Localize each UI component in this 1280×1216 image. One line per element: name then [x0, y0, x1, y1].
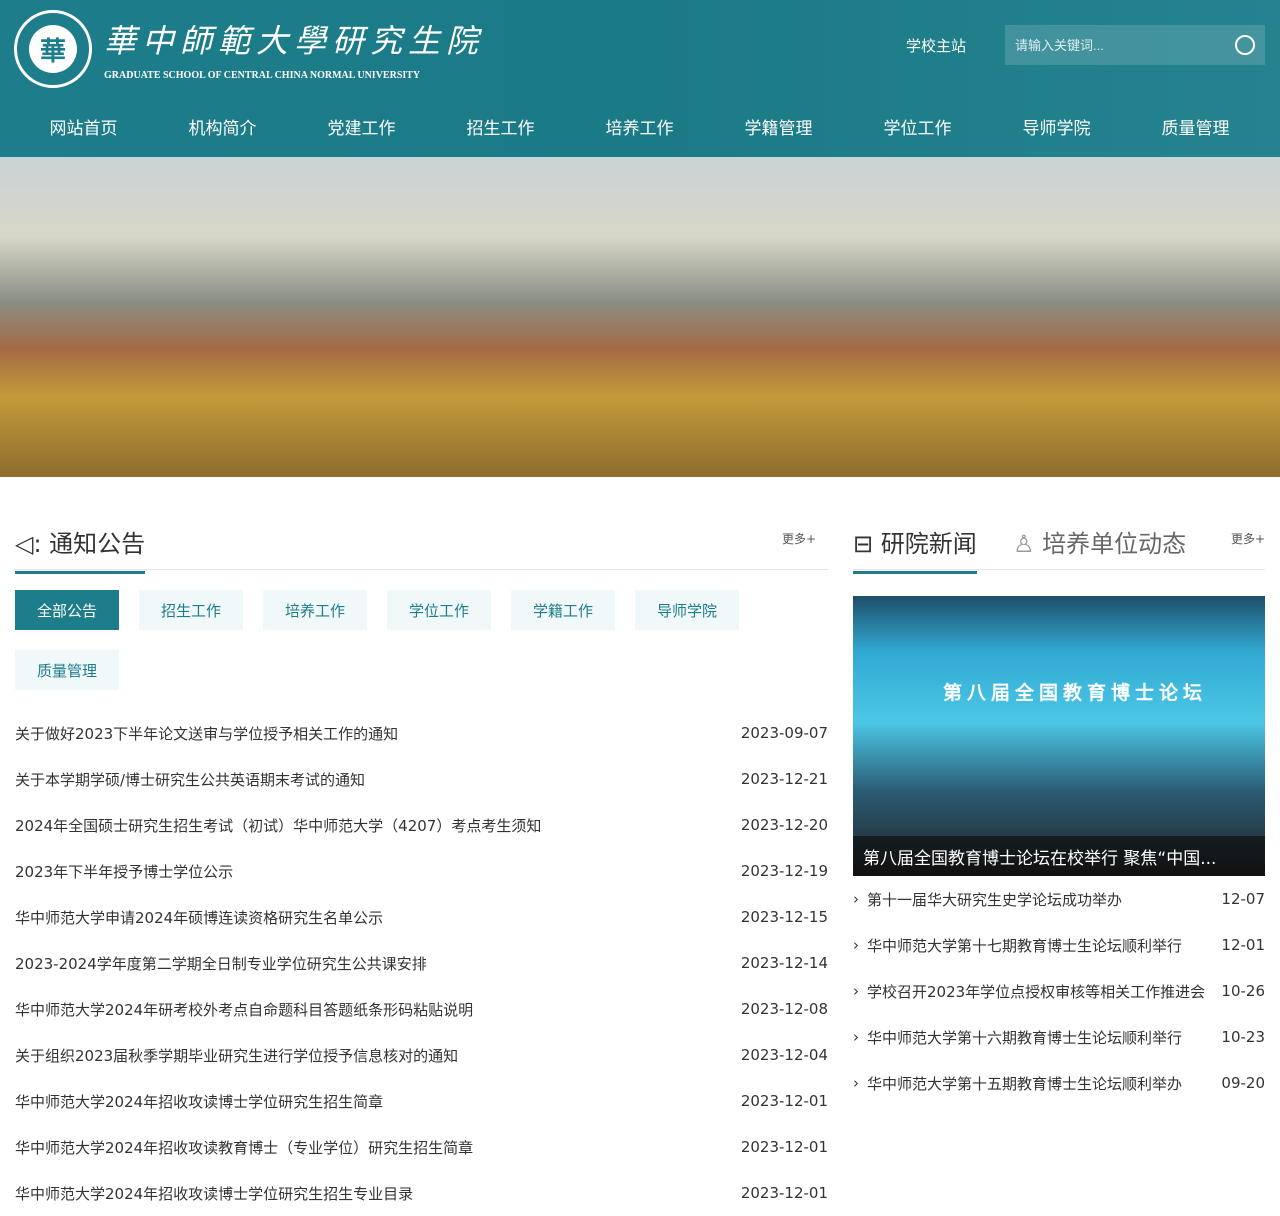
news-date: 10-23	[1221, 1028, 1265, 1046]
notice-tab[interactable]: 全部公告	[15, 590, 119, 630]
chevron-right-icon: ›	[853, 1028, 859, 1046]
notice-title[interactable]: 华中师范大学2024年招收攻读博士学位研究生招生简章	[15, 1091, 383, 1112]
list-item[interactable]: › 华中师范大学第十六期教育博士生论坛顺利举行 10-23	[853, 1014, 1265, 1060]
notice-list: 关于做好2023下半年论文送审与学位授予相关工作的通知 2023-09-07 关于本…	[15, 710, 828, 1216]
notice-tab[interactable]: 学籍工作	[511, 590, 615, 630]
news-date: 10-26	[1221, 982, 1265, 1000]
news-title[interactable]: 学校召开2023年学位点授权审核等相关工作推进会	[867, 981, 1221, 1002]
notice-date: 2023-12-19	[740, 862, 828, 880]
news-title[interactable]: 第十一届华大研究生史学论坛成功举办	[867, 889, 1221, 910]
notice-category-tabs: 全部公告 招生工作 培养工作 学位工作 学籍工作 导师学院质量管理	[15, 590, 775, 690]
notice-title[interactable]: 关于本学期学硕/博士研究生公共英语期末考试的通知	[15, 769, 365, 790]
notice-tab[interactable]: 导师学院	[635, 590, 739, 630]
notice-title[interactable]: 关于做好2023下半年论文送审与学位授予相关工作的通知	[15, 723, 398, 744]
featured-news-image[interactable]: 第八届全国教育博士论坛 第八届全国教育博士论坛在校举行 聚焦“中国...	[853, 596, 1265, 876]
list-item[interactable]: 华中师范大学2024年研考校外考点自命题科目答题纸条形码粘贴说明 2023-12-…	[15, 986, 828, 1032]
search-input[interactable]	[1015, 37, 1235, 53]
list-item[interactable]: 关于本学期学硕/博士研究生公共英语期末考试的通知 2023-12-21	[15, 756, 828, 802]
chevron-right-icon: ›	[853, 1074, 859, 1092]
notice-title[interactable]: 2023-2024学年度第二学期全日制专业学位研究生公共课安排	[15, 953, 427, 974]
search-box	[1005, 25, 1265, 65]
news-icon: ⊟	[853, 530, 881, 558]
nav-item[interactable]: 机构简介	[153, 104, 292, 149]
news-date: 12-01	[1221, 936, 1265, 954]
nav-item[interactable]: 党建工作	[292, 104, 431, 149]
school-home-link[interactable]: 学校主站	[906, 35, 966, 56]
notice-date: 2023-12-01	[740, 1092, 828, 1110]
nav-item[interactable]: 导师学院	[987, 104, 1126, 149]
news-date: 12-07	[1221, 890, 1265, 908]
notice-tab[interactable]: 培养工作	[263, 590, 367, 630]
notice-date: 2023-12-14	[740, 954, 828, 972]
nav-item[interactable]: 招生工作	[431, 104, 570, 149]
list-item[interactable]: 2024年全国硕士研究生招生考试（初试）华中师范大学（4207）考点考生须知 20…	[15, 802, 828, 848]
notice-date: 2023-12-15	[740, 908, 828, 926]
list-item[interactable]: › 华中师范大学第十五期教育博士生论坛顺利举办 09-20	[853, 1060, 1265, 1106]
university-logo[interactable]: 華	[14, 10, 92, 88]
notice-title[interactable]: 2023年下半年授予博士学位公示	[15, 861, 233, 882]
site-subtitle: GRADUATE SCHOOL OF CENTRAL CHINA NORMAL …	[104, 70, 421, 81]
list-item[interactable]: › 华中师范大学第十七期教育博士生论坛顺利举行 12-01	[853, 922, 1265, 968]
chevron-right-icon: ›	[853, 982, 859, 1000]
news-more-link[interactable]: 更多+	[1231, 530, 1265, 547]
list-item[interactable]: 华中师范大学2024年招收攻读教育博士（专业学位）研究生招生简章 2023-12-…	[15, 1124, 828, 1170]
notice-date: 2023-09-07	[740, 724, 828, 742]
notice-title[interactable]: 关于组织2023届秋季学期毕业研究生进行学位授予信息核对的通知	[15, 1045, 458, 1066]
list-item[interactable]: 华中师范大学申请2024年硕博连读资格研究生名单公示 2023-12-15	[15, 894, 828, 940]
news-title[interactable]: 华中师范大学第十六期教育博士生论坛顺利举行	[867, 1027, 1221, 1048]
notice-title[interactable]: 华中师范大学2024年招收攻读教育博士（专业学位）研究生招生简章	[15, 1137, 473, 1158]
nav-item[interactable]: 学籍管理	[709, 104, 848, 149]
notice-title[interactable]: 华中师范大学申请2024年硕博连读资格研究生名单公示	[15, 907, 383, 928]
news-title[interactable]: 华中师范大学第十五期教育博士生论坛顺利举办	[867, 1073, 1221, 1094]
banner-carousel	[0, 157, 1280, 613]
speaker-icon: ◁:	[15, 530, 50, 558]
list-item[interactable]: 2023-2024学年度第二学期全日制专业学位研究生公共课安排 2023-12-1…	[15, 940, 828, 986]
notice-date: 2023-12-21	[740, 770, 828, 788]
notices-more-link[interactable]: 更多+	[782, 530, 816, 547]
list-item[interactable]: 华中师范大学2024年招收攻读博士学位研究生招生专业目录 2023-12-01	[15, 1170, 828, 1216]
tab-notices[interactable]: ◁: 通知公告	[15, 524, 146, 574]
list-item[interactable]: › 第十一届华大研究生史学论坛成功举办 12-07	[853, 876, 1265, 922]
notice-date: 2023-12-20	[740, 816, 828, 834]
tab-unit-news[interactable]: ♙ 培养单位动态	[1013, 524, 1186, 571]
tab-news[interactable]: ⊟ 研院新闻	[853, 524, 977, 574]
list-item[interactable]: 关于组织2023届秋季学期毕业研究生进行学位授予信息核对的通知 2023-12-0…	[15, 1032, 828, 1078]
user-icon: ♙	[1013, 530, 1043, 558]
list-item[interactable]: 华中师范大学2024年招收攻读博士学位研究生招生简章 2023-12-01	[15, 1078, 828, 1124]
news-list: › 第十一届华大研究生史学论坛成功举办 12-07 › 华中师范大学第十七期教育博士生论…	[853, 876, 1265, 1106]
notices-section: ◁: 通知公告 更多+ 全部公告 招生工作 培养工作 学位工作 学籍工作 导师学院质量管理…	[15, 520, 828, 1216]
site-title: 華中師範大學研究生院	[104, 22, 485, 60]
news-title[interactable]: 华中师范大学第十七期教育博士生论坛顺利举行	[867, 935, 1221, 956]
list-item[interactable]: › 学校召开2023年学位点授权审核等相关工作推进会 10-26	[853, 968, 1265, 1014]
featured-news-caption[interactable]: 第八届全国教育博士论坛在校举行 聚焦“中国...	[853, 836, 1265, 876]
nav-item[interactable]: 网站首页	[14, 104, 153, 149]
news-section: ⊟ 研院新闻 ♙ 培养单位动态 更多+ 第八届全国教育博士论坛 第八届全国教育博…	[853, 520, 1265, 1106]
nav-item[interactable]: 培养工作	[570, 104, 709, 149]
chevron-right-icon: ›	[853, 936, 859, 954]
nav-item[interactable]: 质量管理	[1126, 104, 1265, 149]
notice-title[interactable]: 华中师范大学2024年研考校外考点自命题科目答题纸条形码粘贴说明	[15, 999, 473, 1020]
list-item[interactable]: 关于做好2023下半年论文送审与学位授予相关工作的通知 2023-09-07	[15, 710, 828, 756]
site-header: 華 華中師範大學研究生院 GRADUATE SCHOOL OF CENTRAL …	[0, 0, 1280, 157]
notice-tab[interactable]: 质量管理	[15, 650, 119, 690]
notice-title[interactable]: 2024年全国硕士研究生招生考试（初试）华中师范大学（4207）考点考生须知	[15, 815, 541, 836]
notice-date: 2023-12-01	[740, 1138, 828, 1156]
notice-date: 2023-12-04	[740, 1046, 828, 1064]
notice-date: 2023-12-01	[740, 1184, 828, 1202]
notice-tab[interactable]: 学位工作	[387, 590, 491, 630]
chevron-right-icon: ›	[853, 890, 859, 908]
main-nav: 网站首页 机构简介 党建工作 招生工作 培养工作 学籍管理 学位工作 导师学院 …	[14, 104, 1265, 149]
news-date: 09-20	[1221, 1074, 1265, 1092]
notice-tab[interactable]: 招生工作	[139, 590, 243, 630]
search-icon[interactable]	[1235, 35, 1255, 55]
nav-item[interactable]: 学位工作	[848, 104, 987, 149]
list-item[interactable]: 2023年下半年授予博士学位公示 2023-12-19	[15, 848, 828, 894]
notice-title[interactable]: 华中师范大学2024年招收攻读博士学位研究生招生专业目录	[15, 1183, 413, 1204]
notice-date: 2023-12-08	[740, 1000, 828, 1018]
